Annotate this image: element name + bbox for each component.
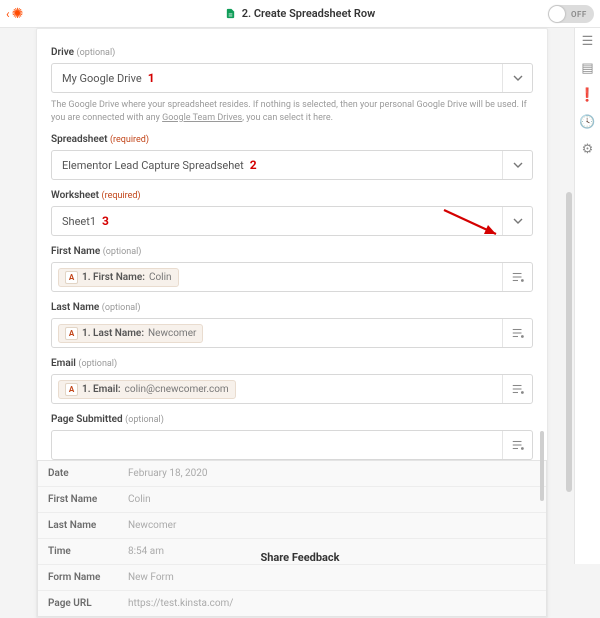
gear-icon[interactable]: ⚙ — [582, 142, 594, 157]
clock-icon[interactable]: 🕓 — [579, 115, 595, 130]
menu-icon[interactable]: ☰ — [582, 34, 594, 49]
drive-label: Drive (optional) — [51, 47, 533, 58]
preview-row: First NameColin — [38, 486, 546, 512]
chevron-down-icon — [502, 207, 532, 235]
first-name-mapped-pill[interactable]: A 1. First Name: Colin — [58, 268, 179, 287]
worksheet-value: Sheet1 — [62, 215, 96, 228]
right-icon-rail: ☰ ▤ ❗ 🕓 ⚙ — [574, 28, 600, 564]
zapier-logo-icon: ✺ — [12, 6, 24, 22]
last-name-label: Last Name (optional) — [51, 302, 533, 313]
annotation-3: 3 — [102, 214, 109, 228]
drive-value: My Google Drive — [62, 72, 142, 85]
data-preview-panel: DateFebruary 18, 2020 First NameColin La… — [37, 460, 547, 617]
first-name-label: First Name (optional) — [51, 246, 533, 257]
page-submitted-label: Page Submitted (optional) — [51, 414, 533, 425]
last-name-mapped-pill[interactable]: A 1. Last Name: Newcomer — [58, 324, 203, 343]
annotation-2: 2 — [250, 158, 257, 172]
email-label: Email (optional) — [51, 358, 533, 369]
toggle-label: OFF — [571, 10, 587, 19]
page-scrollbar[interactable] — [566, 192, 572, 492]
toggle-knob — [549, 6, 565, 22]
first-name-input[interactable]: A 1. First Name: Colin — [51, 262, 533, 292]
last-name-input[interactable]: A 1. Last Name: Newcomer — [51, 318, 533, 348]
chevron-down-icon — [502, 151, 532, 179]
chevron-down-icon — [502, 64, 532, 92]
insert-data-icon[interactable] — [502, 375, 532, 403]
step-enable-toggle[interactable]: OFF — [548, 5, 594, 23]
app-header: ‹ ✺ 2. Create Spreadsheet Row OFF — [0, 0, 600, 28]
step-config-card: Drive (optional) My Google Drive 1 The G… — [36, 28, 548, 618]
share-feedback-link[interactable]: Share Feedback — [0, 542, 600, 564]
card-scrollbar[interactable] — [540, 431, 544, 501]
spreadsheet-select[interactable]: Elementor Lead Capture Spreadsehet 2 — [51, 150, 533, 180]
drive-select[interactable]: My Google Drive 1 — [51, 63, 533, 93]
annotation-1: 1 — [148, 71, 155, 85]
step-title: 2. Create Spreadsheet Row — [242, 7, 376, 20]
insert-data-icon[interactable] — [502, 431, 532, 459]
spreadsheet-label: Spreadsheet (required) — [51, 134, 533, 145]
spreadsheet-value: Elementor Lead Capture Spreadsehet — [62, 159, 244, 172]
insert-data-icon[interactable] — [502, 319, 532, 347]
worksheet-label: Worksheet (required) — [51, 190, 533, 201]
google-sheets-icon — [225, 8, 236, 19]
email-mapped-pill[interactable]: A 1. Email: colin@cnewcomer.com — [58, 380, 236, 399]
preview-row: DateFebruary 18, 2020 — [38, 460, 546, 486]
insert-data-icon[interactable] — [502, 263, 532, 291]
drive-helper-text: The Google Drive where your spreadsheet … — [51, 99, 533, 124]
back-icon[interactable]: ‹ — [6, 7, 10, 21]
preview-row: Page URLhttps://test.kinsta.com/ — [38, 590, 546, 616]
page-submitted-input[interactable] — [51, 430, 533, 460]
book-icon[interactable]: ▤ — [581, 61, 593, 76]
worksheet-select[interactable]: Sheet1 3 — [51, 206, 533, 236]
alert-icon[interactable]: ❗ — [579, 88, 595, 103]
preview-row: Form NameNew Form — [38, 564, 546, 590]
google-team-drives-link[interactable]: Google Team Drives — [162, 113, 242, 123]
preview-row: Last NameNewcomer — [38, 512, 546, 538]
email-input[interactable]: A 1. Email: colin@cnewcomer.com — [51, 374, 533, 404]
